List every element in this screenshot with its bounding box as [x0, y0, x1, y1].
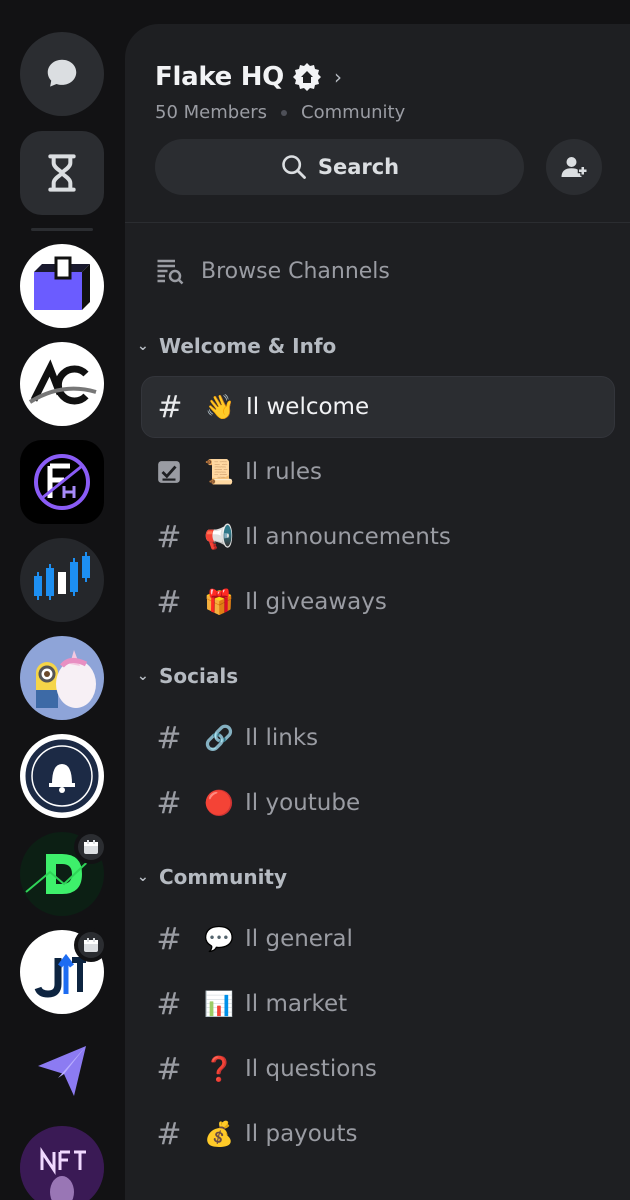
server-meta: 50 Members Community [155, 102, 405, 123]
channel-name: Il questions [245, 1056, 377, 1082]
server-icon-ac[interactable] [20, 342, 104, 426]
direct-messages-button[interactable] [20, 32, 104, 116]
chevron-right-icon: › [333, 65, 342, 89]
channel-rules[interactable]: 📜 Il rules [141, 441, 615, 503]
browse-list-icon [157, 259, 184, 285]
channel-giveaways[interactable]: # 🎁 Il giveaways [141, 571, 615, 633]
channel-youtube[interactable]: # 🔴 Il youtube [141, 772, 615, 834]
channel-emoji: 🔗 [204, 724, 234, 752]
hash-icon: # [156, 986, 182, 1022]
channel-name: Il youtube [245, 790, 361, 816]
channel-payouts[interactable]: # 💰 Il payouts [141, 1103, 615, 1165]
nft-logo-icon [20, 1126, 104, 1200]
channel-questions[interactable]: # ❓ Il questions [141, 1038, 615, 1100]
rail-separator [31, 228, 93, 231]
search-icon [282, 155, 306, 179]
server-icon-plane[interactable] [20, 1028, 104, 1112]
channel-emoji: 📜 [204, 458, 234, 486]
header-divider [125, 222, 630, 223]
event-badge [74, 928, 108, 962]
channel-panel: Flake HQ › 50 Members Community Search B… [125, 24, 630, 1200]
browse-label: Browse Channels [201, 258, 390, 284]
channel-emoji: 📊 [204, 990, 234, 1018]
chat-bubble-icon [47, 59, 77, 87]
server-icon-nft[interactable] [20, 1126, 104, 1200]
community-badge-icon [292, 63, 321, 91]
search-button[interactable]: Search [155, 139, 524, 195]
server-rail [0, 0, 125, 1200]
category-label: Socials [159, 664, 239, 688]
channel-emoji: 👋 [205, 393, 235, 421]
server-icon-flake-hq[interactable] [20, 440, 104, 524]
chevron-down-icon: ⌄ [137, 668, 149, 684]
channel-emoji: 💬 [204, 925, 234, 953]
category-socials[interactable]: ⌄ Socials [137, 664, 238, 688]
hash-icon: # [156, 785, 182, 821]
candlestick-logo-icon [34, 552, 90, 600]
channel-general[interactable]: # 💬 Il general [141, 908, 615, 970]
category-label: Welcome & Info [159, 334, 337, 358]
hash-icon: # [156, 584, 182, 620]
channel-welcome[interactable]: # 👋 Il welcome [141, 376, 615, 438]
channel-name: Il rules [245, 459, 323, 485]
hash-icon: # [157, 389, 183, 425]
search-label: Search [317, 155, 400, 179]
chevron-down-icon: ⌄ [137, 338, 149, 354]
member-count: 50 Members [155, 102, 268, 123]
browse-channels-button[interactable]: Browse Channels [155, 256, 390, 286]
hash-icon: # [156, 720, 182, 756]
channel-market[interactable]: # 📊 Il market [141, 973, 615, 1035]
server-icon-minion[interactable] [20, 636, 104, 720]
channel-name: Il welcome [246, 394, 370, 420]
rules-icon [141, 459, 197, 485]
channel-emoji: 🔴 [204, 789, 234, 817]
channel-name: Il market [245, 991, 348, 1017]
event-badge [74, 830, 108, 864]
cube-logo-icon [34, 256, 90, 310]
server-type: Community [301, 102, 406, 123]
hash-icon: # [156, 1051, 182, 1087]
minion-unicorn-icon [36, 650, 96, 708]
channel-name: Il links [245, 725, 319, 751]
server-icon-box[interactable] [20, 244, 104, 328]
ac-logo-icon [28, 359, 97, 405]
category-community[interactable]: ⌄ Community [137, 865, 287, 889]
hourglass-button[interactable] [20, 131, 104, 215]
hash-icon: # [156, 921, 182, 957]
channel-announcements[interactable]: # 📢 Il announcements [141, 506, 615, 568]
channel-name: Il payouts [245, 1121, 358, 1147]
calendar-icon [84, 938, 98, 952]
hash-icon: # [156, 1116, 182, 1152]
server-name: Flake HQ [155, 62, 284, 92]
server-header[interactable]: Flake HQ › [155, 62, 342, 92]
invite-button[interactable] [546, 139, 602, 195]
channel-name: Il giveaways [245, 589, 387, 615]
channel-links[interactable]: # 🔗 Il links [141, 707, 615, 769]
channel-emoji: 💰 [204, 1120, 234, 1148]
channel-name: Il announcements [245, 524, 451, 550]
calendar-icon [84, 840, 98, 854]
add-user-icon [561, 157, 588, 177]
bell-club-logo-icon [22, 736, 102, 816]
channel-emoji: ❓ [204, 1055, 234, 1083]
hourglass-icon [48, 154, 76, 192]
channel-emoji: 📢 [204, 523, 234, 551]
server-icon-snw[interactable] [20, 734, 104, 818]
server-icon-bt[interactable] [20, 538, 104, 622]
chevron-down-icon: ⌄ [137, 869, 149, 885]
channel-emoji: 🎁 [204, 588, 234, 616]
hash-icon: # [156, 519, 182, 555]
flake-hq-logo-icon [34, 454, 90, 510]
category-welcome-info[interactable]: ⌄ Welcome & Info [137, 334, 336, 358]
category-label: Community [159, 865, 288, 889]
separator-dot [281, 109, 288, 116]
paper-plane-icon [38, 1046, 86, 1096]
channel-name: Il general [245, 926, 353, 952]
